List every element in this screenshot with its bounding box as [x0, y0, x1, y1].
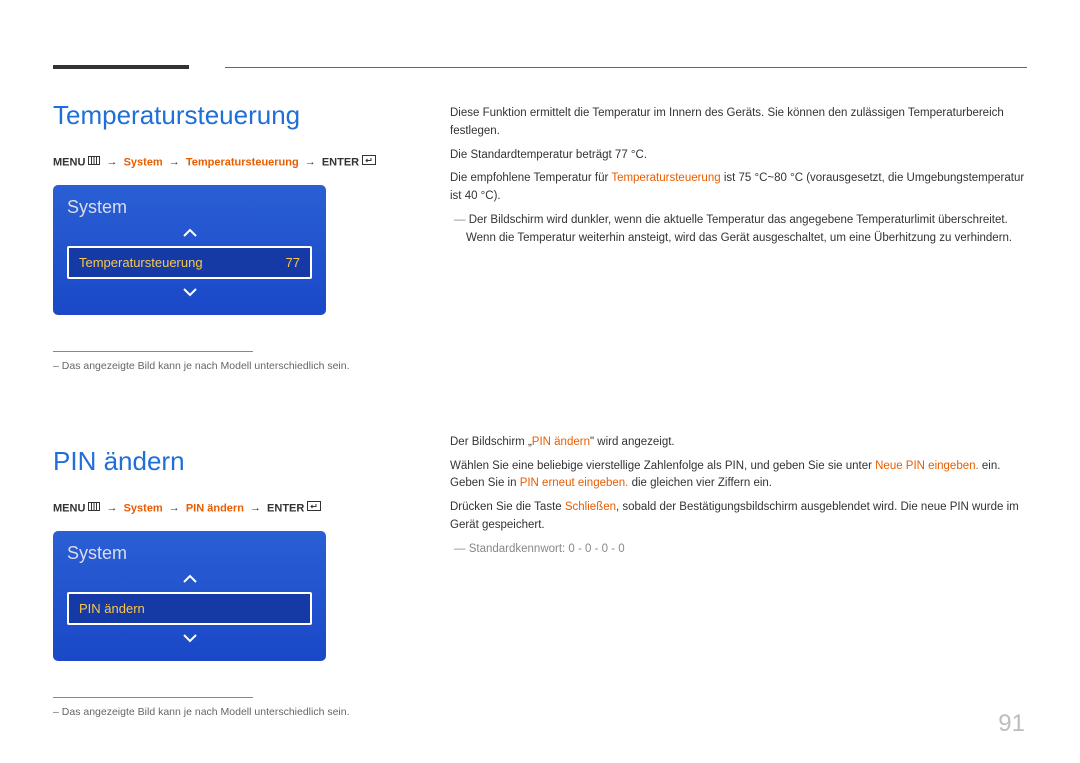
image-note: Das angezeigte Bild kann je nach Modell … — [53, 360, 413, 372]
breadcrumb-item: PIN ändern — [186, 502, 244, 514]
keyword: Temperatursteuerung — [611, 172, 720, 184]
menu-item-value: 77 — [286, 255, 300, 270]
arrow-icon: → — [169, 502, 180, 514]
menu-item-pin[interactable]: PIN ändern — [67, 592, 312, 625]
dash-paragraph: ― Der Bildschirm wird dunkler, wenn die … — [450, 212, 1025, 248]
right-column: Diese Funktion ermittelt die Temperatur … — [450, 105, 1025, 565]
arrow-icon: → — [169, 156, 180, 168]
paragraph: Die Standardtemperatur beträgt 77 °C. — [450, 147, 1025, 165]
arrow-icon: → — [107, 156, 118, 168]
arrow-icon: → — [107, 502, 118, 514]
menu-item-label: PIN ändern — [79, 601, 145, 616]
keyword: PIN erneut eingeben. — [520, 477, 629, 489]
menu-item-label: Temperatursteuerung — [79, 255, 203, 270]
left-column: Temperatursteuerung MENU → System → Temp… — [53, 100, 413, 718]
breadcrumb-pin: MENU → System → PIN ändern → ENTER — [53, 502, 413, 515]
section-title-pin: PIN ändern — [53, 446, 413, 477]
paragraph: Die empfohlene Temperatur für Temperatur… — [450, 170, 1025, 206]
menu-box-title: System — [67, 543, 312, 564]
chevron-down-icon — [182, 633, 198, 643]
menu-item-temperature[interactable]: Temperatursteuerung 77 — [67, 246, 312, 279]
dash-paragraph: ― Standardkennwort: 0 - 0 - 0 - 0 — [450, 541, 1025, 559]
divider — [53, 697, 253, 698]
breadcrumb-item: Temperatursteuerung — [186, 156, 299, 168]
divider — [53, 351, 253, 352]
keyword: Schließen — [565, 501, 616, 513]
top-horizontal-rule — [225, 67, 1027, 68]
breadcrumb-temperature: MENU → System → Temperatursteuerung → EN… — [53, 156, 413, 169]
menu-box-title: System — [67, 197, 312, 218]
chevron-down-row[interactable] — [67, 283, 312, 301]
breadcrumb-enter: ENTER — [267, 502, 304, 514]
body-text-temperature: Diese Funktion ermittelt die Temperatur … — [450, 105, 1025, 248]
dash-icon: ― — [454, 543, 469, 555]
body-text-pin: Der Bildschirm „PIN ändern" wird angezei… — [450, 434, 1025, 559]
enter-icon — [362, 155, 376, 168]
page-number: 91 — [998, 710, 1025, 738]
chevron-up-row[interactable] — [67, 224, 312, 242]
paragraph: Der Bildschirm „PIN ändern" wird angezei… — [450, 434, 1025, 452]
paragraph: Wählen Sie eine beliebige vierstellige Z… — [450, 458, 1025, 494]
paragraph: Diese Funktion ermittelt die Temperatur … — [450, 105, 1025, 141]
keyword: Neue PIN eingeben. — [875, 460, 979, 472]
breadcrumb-system: System — [124, 156, 163, 168]
chevron-up-row[interactable] — [67, 570, 312, 588]
paragraph: Drücken Sie die Taste Schließen, sobald … — [450, 499, 1025, 535]
chevron-up-icon — [182, 574, 198, 584]
section-temperature: Temperatursteuerung MENU → System → Temp… — [53, 100, 413, 372]
system-menu-box-pin: System PIN ändern — [53, 531, 326, 661]
enter-icon — [307, 501, 321, 514]
arrow-icon: → — [250, 502, 261, 514]
section-title-temperature: Temperatursteuerung — [53, 100, 413, 131]
breadcrumb-system: System — [124, 502, 163, 514]
chevron-up-icon — [182, 228, 198, 238]
section-pin: PIN ändern MENU → System → PIN ändern → … — [53, 446, 413, 718]
dash-icon: ― — [454, 214, 469, 226]
chevron-down-icon — [182, 287, 198, 297]
arrow-icon: → — [305, 156, 316, 168]
image-note: Das angezeigte Bild kann je nach Modell … — [53, 706, 413, 718]
top-bar-accent — [53, 65, 189, 69]
menu-icon — [88, 156, 100, 168]
system-menu-box-temperature: System Temperatursteuerung 77 — [53, 185, 326, 315]
menu-icon — [88, 502, 100, 514]
breadcrumb-menu: MENU — [53, 156, 85, 168]
chevron-down-row[interactable] — [67, 629, 312, 647]
breadcrumb-menu: MENU — [53, 502, 85, 514]
breadcrumb-enter: ENTER — [322, 156, 359, 168]
keyword: PIN ändern — [532, 436, 590, 448]
